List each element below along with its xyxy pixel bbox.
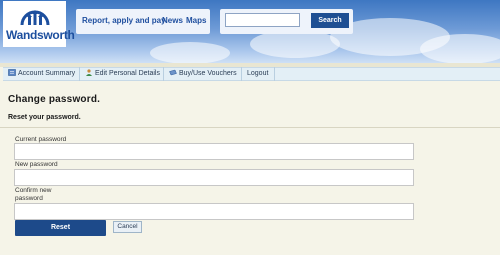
cloud-decoration	[420, 34, 500, 63]
nav-link-report-apply-pay[interactable]: Report, apply and pay	[82, 16, 166, 25]
section-divider	[0, 127, 500, 128]
confirm-password-field[interactable]	[14, 203, 414, 220]
new-password-field[interactable]	[14, 169, 414, 186]
site-logo[interactable]: Wandsworth	[3, 1, 75, 47]
cancel-button[interactable]: Cancel	[113, 221, 142, 233]
reset-button[interactable]: Reset	[15, 220, 106, 236]
cloud-decoration	[150, 42, 230, 63]
page-title: Change password.	[8, 94, 101, 105]
tab-label: Account Summary	[18, 70, 76, 77]
nav-link-news[interactable]: News	[162, 16, 183, 25]
new-password-label: New password	[15, 161, 58, 168]
logo-wordmark: Wandsworth	[6, 28, 75, 42]
cloud-decoration	[250, 30, 340, 58]
search-button[interactable]: Search	[311, 13, 349, 28]
confirm-password-label: Confirm new password	[15, 187, 52, 202]
current-password-field[interactable]	[14, 143, 414, 160]
person-icon	[86, 69, 92, 76]
borough-crest-icon	[20, 10, 50, 26]
tab-label: Edit Personal Details	[95, 70, 160, 77]
voucher-icon	[169, 69, 177, 76]
tab-buy-use-vouchers[interactable]: Buy/Use Vouchers	[165, 67, 242, 81]
tab-account-summary[interactable]: Account Summary	[4, 67, 80, 81]
tab-label: Buy/Use Vouchers	[179, 70, 237, 77]
tab-label: Logout	[247, 70, 269, 77]
account-book-icon	[8, 69, 16, 76]
tab-logout[interactable]: Logout	[243, 67, 275, 81]
search-input[interactable]	[225, 13, 300, 27]
nav-link-maps[interactable]: Maps	[186, 16, 206, 25]
tab-edit-personal-details[interactable]: Edit Personal Details	[81, 67, 164, 81]
section-subtitle: Reset your password.	[8, 114, 81, 121]
